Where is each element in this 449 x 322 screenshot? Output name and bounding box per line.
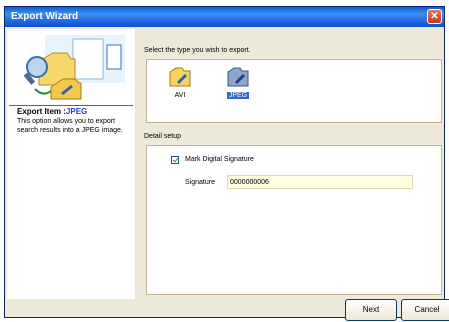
detail-setup-panel: Mark Digital Signature Signature 0000000…	[146, 145, 442, 295]
window-title: Export Wizard	[11, 11, 79, 22]
cancel-button[interactable]: Cancel	[401, 299, 449, 321]
type-label-jpeg: JPEG	[226, 92, 250, 99]
wizard-sidebar: Export Item :JPEG This option allows you…	[7, 29, 135, 299]
signature-input[interactable]: 0000000006	[227, 175, 413, 189]
wizard-illustration-icon	[23, 35, 125, 100]
export-item-value: JPEG	[65, 107, 88, 116]
detail-setup-label: Detail setup	[144, 133, 181, 140]
type-option-avi[interactable]: AVI	[163, 66, 197, 99]
export-item-heading: Export Item :JPEG	[17, 107, 87, 116]
folder-avi-icon	[169, 67, 191, 87]
signature-label: Signature	[185, 179, 215, 186]
export-type-list: AVI JPEG	[146, 59, 442, 123]
export-wizard-window: Export Wizard ✕ Export Item :JPEG This o…	[4, 6, 449, 321]
mark-signature-checkbox[interactable]	[171, 156, 179, 164]
export-description: This option allows you to export search …	[17, 118, 123, 134]
close-icon: ✕	[430, 11, 439, 22]
sidebar-divider	[9, 105, 133, 106]
type-option-jpeg[interactable]: JPEG	[221, 66, 255, 99]
select-type-label: Select the type you wish to export.	[144, 47, 251, 54]
export-item-label: Export Item :	[17, 107, 66, 116]
close-button[interactable]: ✕	[427, 9, 442, 24]
next-button[interactable]: Next	[345, 299, 397, 321]
title-bar[interactable]: Export Wizard ✕	[5, 7, 444, 27]
mark-signature-label[interactable]: Mark Digital Signature	[185, 156, 254, 163]
type-label-avi: AVI	[174, 92, 186, 99]
folder-jpeg-icon	[227, 67, 249, 87]
